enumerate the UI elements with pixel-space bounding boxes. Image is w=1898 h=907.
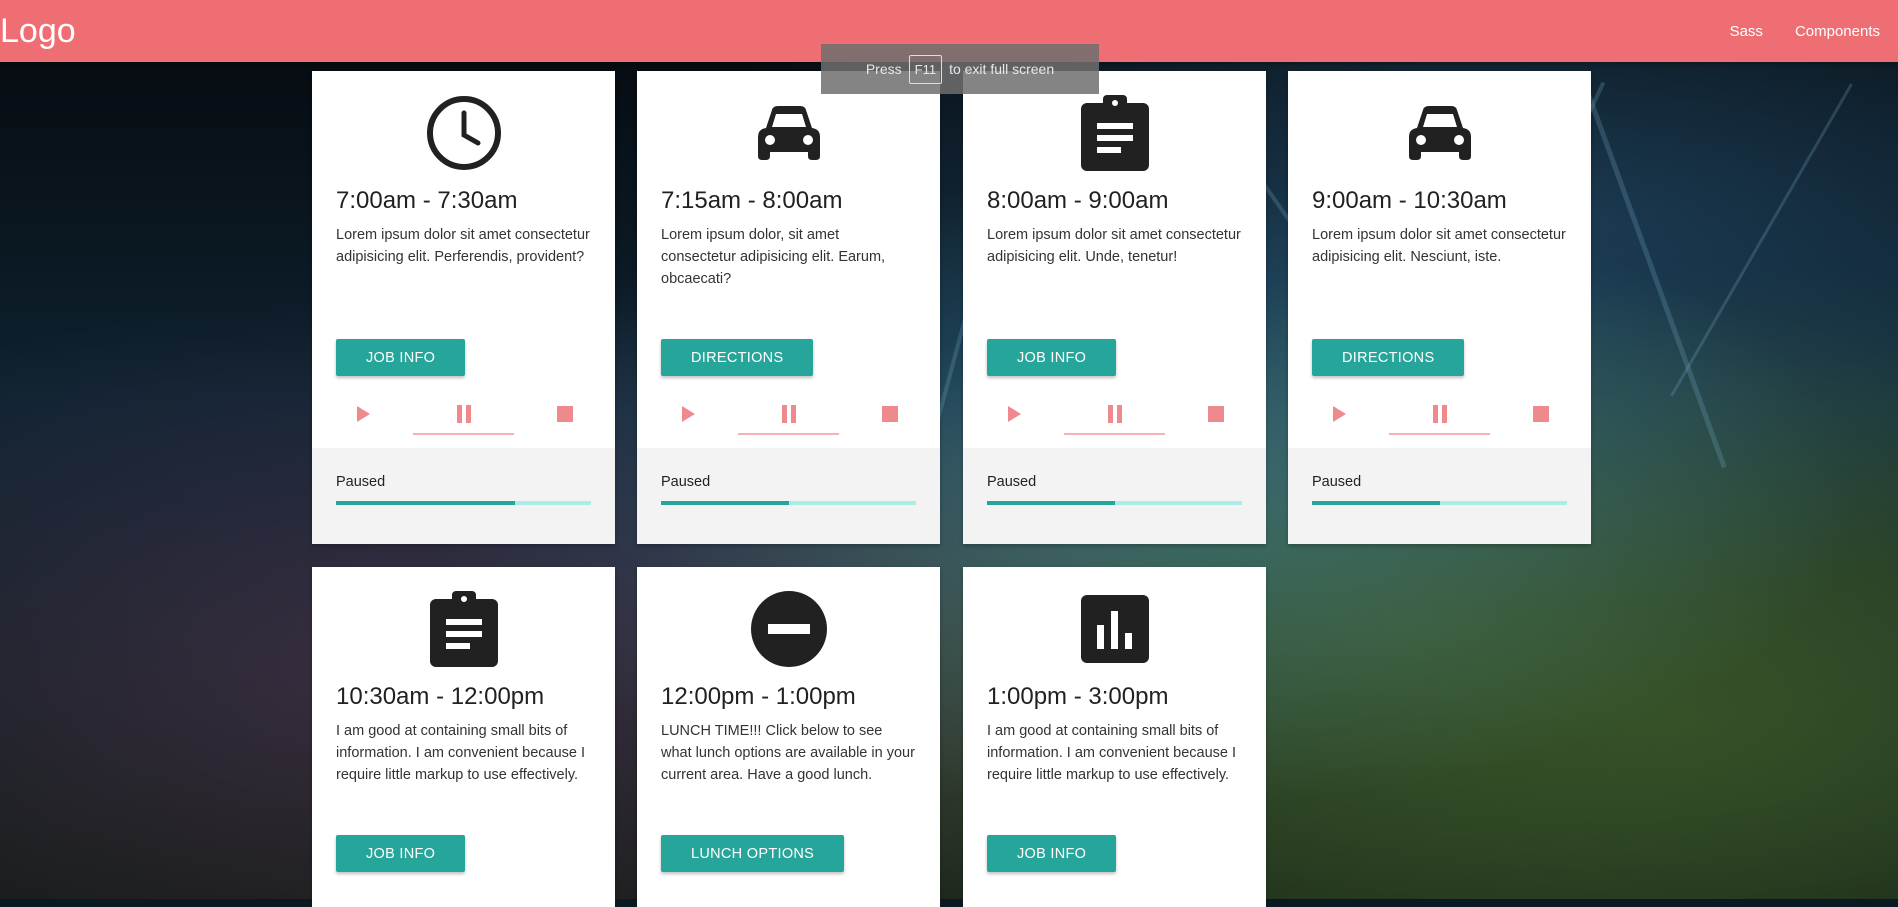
pause-button[interactable] — [1389, 393, 1490, 435]
nav-link-components[interactable]: Components — [1785, 23, 1890, 40]
card-title: 9:00am - 10:30am — [1312, 187, 1507, 214]
timer-controls — [312, 393, 615, 435]
job-card: 10:30am - 12:00pm I am good at containin… — [312, 567, 615, 907]
pause-button[interactable] — [1064, 393, 1165, 435]
card-description: I am good at containing small bits of in… — [336, 723, 586, 783]
logo[interactable]: Logo — [0, 10, 76, 52]
progress-fill — [661, 501, 789, 505]
progress-bar — [1312, 501, 1567, 505]
play-icon — [356, 406, 370, 422]
directions-button[interactable]: Directions — [661, 339, 814, 376]
timer-controls — [963, 393, 1266, 435]
play-button[interactable] — [312, 393, 413, 435]
f11-key: F11 — [908, 54, 943, 84]
job-card: 7:15am - 8:00am Lorem ipsum dolor, sit a… — [637, 71, 940, 544]
nav-links: Sass Components — [1708, 0, 1890, 62]
stop-icon — [881, 406, 898, 422]
clipboard-icon — [429, 591, 498, 667]
status-label: Paused — [336, 474, 386, 490]
nav-link-sass[interactable]: Sass — [1720, 23, 1773, 40]
pause-button[interactable] — [413, 393, 514, 435]
status-label: Paused — [1312, 474, 1362, 490]
play-icon — [1007, 406, 1021, 422]
job-card: 1:00pm - 3:00pm I am good at containing … — [963, 567, 1266, 907]
stop-button[interactable] — [1490, 393, 1591, 435]
card-title: 1:00pm - 3:00pm — [987, 683, 1169, 710]
card-description: Lorem ipsum dolor sit amet consectetur a… — [1312, 227, 1566, 265]
progress-fill — [987, 501, 1115, 505]
card-title: 7:00am - 7:30am — [336, 187, 518, 214]
card-description: Lorem ipsum dolor sit amet consectetur a… — [336, 227, 590, 265]
job-card: 8:00am - 9:00am Lorem ipsum dolor sit am… — [963, 71, 1266, 544]
background-image — [0, 0, 1898, 899]
card-title: 10:30am - 12:00pm — [336, 683, 545, 710]
timer-controls — [637, 393, 940, 435]
car-icon — [1408, 106, 1471, 160]
pause-icon — [1107, 405, 1122, 423]
play-button[interactable] — [963, 393, 1064, 435]
toast-text-before: Press — [865, 61, 902, 77]
status-label: Paused — [661, 474, 711, 490]
progress-bar — [987, 501, 1242, 505]
toast-text-after: to exit full screen — [949, 61, 1055, 77]
pause-icon — [1432, 405, 1447, 423]
timer-controls — [1288, 393, 1591, 435]
play-button[interactable] — [1288, 393, 1389, 435]
stop-button[interactable] — [1165, 393, 1266, 435]
stop-icon — [556, 406, 573, 422]
progress-fill — [1312, 501, 1440, 505]
play-icon — [681, 406, 695, 422]
card-status-area: Paused — [1288, 448, 1591, 544]
card-title: 7:15am - 8:00am — [661, 187, 843, 214]
stop-button[interactable] — [839, 393, 940, 435]
progress-fill — [336, 501, 515, 505]
pause-button[interactable] — [738, 393, 839, 435]
card-title: 12:00pm - 1:00pm — [661, 683, 856, 710]
clock-icon — [426, 96, 501, 170]
card-description: I am good at containing small bits of in… — [987, 723, 1237, 783]
progress-bar — [336, 501, 591, 505]
card-title: 8:00am - 9:00am — [987, 187, 1169, 214]
stop-button[interactable] — [514, 393, 615, 435]
play-icon — [1332, 406, 1346, 422]
job-card: 9:00am - 10:30am Lorem ipsum dolor sit a… — [1288, 71, 1591, 544]
job-info-button[interactable]: Job Info — [987, 835, 1117, 872]
clipboard-icon — [1080, 95, 1149, 171]
card-status-area: Paused — [963, 448, 1266, 544]
job-info-button[interactable]: Job Info — [336, 339, 466, 376]
lunch-options-button[interactable]: Lunch Options — [661, 835, 845, 872]
stop-icon — [1532, 406, 1549, 422]
no-entry-icon — [750, 591, 827, 667]
fullscreen-toast: Press F11 to exit full screen — [821, 44, 1099, 94]
card-description: Lorem ipsum dolor, sit amet consectetur … — [661, 227, 886, 287]
card-description: Lorem ipsum dolor sit amet consectetur a… — [987, 227, 1241, 265]
card-status-area: Paused — [637, 448, 940, 544]
pause-icon — [456, 405, 471, 423]
stop-icon — [1207, 406, 1224, 422]
status-label: Paused — [987, 474, 1037, 490]
job-card: 7:00am - 7:30am Lorem ipsum dolor sit am… — [312, 71, 615, 544]
job-info-button[interactable]: Job Info — [987, 339, 1117, 376]
job-info-button[interactable]: Job Info — [336, 835, 466, 872]
car-icon — [757, 106, 820, 160]
bar-chart-icon — [1080, 595, 1149, 663]
progress-bar — [661, 501, 916, 505]
directions-button[interactable]: Directions — [1312, 339, 1465, 376]
play-button[interactable] — [637, 393, 738, 435]
pause-icon — [781, 405, 796, 423]
card-status-area: Paused — [312, 448, 615, 544]
job-card: 12:00pm - 1:00pm LUNCH TIME!!! Click bel… — [637, 567, 940, 907]
card-description: LUNCH TIME!!! Click below to see what lu… — [661, 723, 915, 783]
